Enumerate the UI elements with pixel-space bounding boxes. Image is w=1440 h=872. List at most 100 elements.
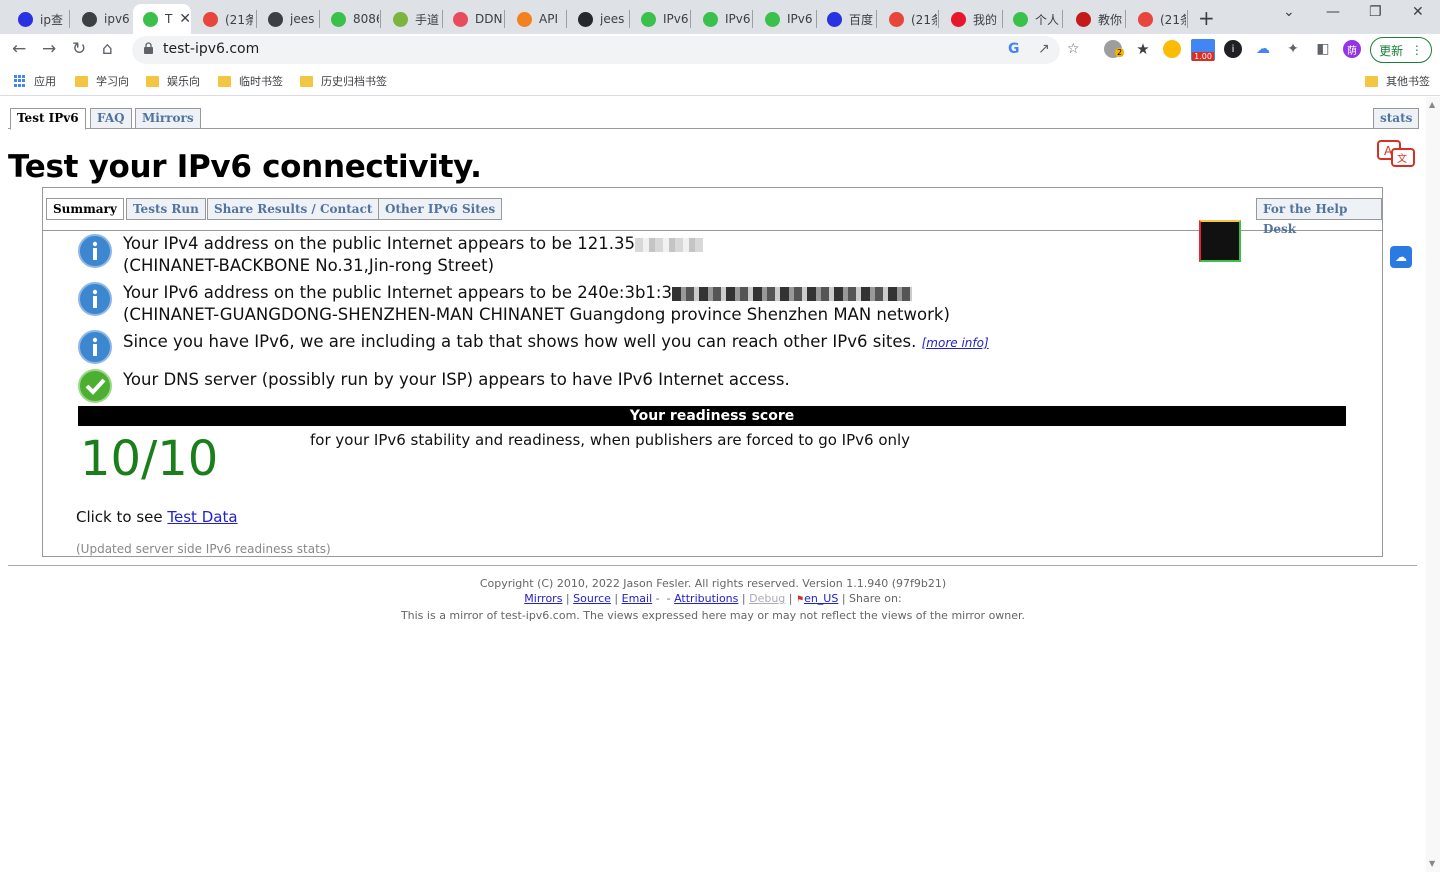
browser-tab[interactable]: (21条 — [1128, 4, 1186, 34]
browser-tab[interactable]: 手道 — [383, 4, 441, 34]
side-panel-icon[interactable]: ◧ — [1314, 40, 1332, 58]
attributions-link[interactable]: Attributions — [674, 592, 738, 605]
info-icon — [78, 234, 112, 268]
restore-icon[interactable]: ❐ — [1369, 4, 1382, 20]
browser-tab[interactable]: IPv6 — [755, 4, 815, 34]
more-menu-icon[interactable]: ⋮ — [1411, 43, 1423, 57]
puzzle-extensions-icon[interactable]: ✦ — [1284, 40, 1302, 58]
tab-search-icon[interactable]: ⌄ — [1283, 4, 1295, 20]
more-info-link[interactable]: [more info] — [922, 336, 989, 350]
side-chat-icon[interactable]: ☁ — [1390, 246, 1412, 268]
forward-icon[interactable]: → — [42, 39, 56, 59]
shield-extension-icon[interactable] — [1163, 40, 1181, 58]
tab-separator — [938, 10, 939, 28]
locale-link[interactable]: en_US — [804, 592, 838, 605]
email-link[interactable]: Email — [622, 592, 653, 605]
tab-separator — [256, 10, 257, 28]
star-extension-icon[interactable]: ★ — [1134, 40, 1152, 58]
close-tab-icon[interactable]: ✕ — [179, 11, 191, 27]
share-icon[interactable]: ↗ — [1038, 41, 1050, 57]
price-extension-icon[interactable]: 1.00 — [1191, 39, 1215, 61]
c-logo-icon — [1138, 11, 1153, 27]
tab-faq[interactable]: FAQ — [90, 108, 132, 129]
browser-tab[interactable]: jees — [258, 4, 318, 34]
bookmark-folder-study[interactable]: 学习向 — [75, 73, 129, 89]
tab-summary[interactable]: Summary — [46, 198, 124, 220]
browser-tab[interactable]: IPv6 — [631, 4, 689, 34]
updated-stats-note[interactable]: (Updated server side IPv6 readiness stat… — [76, 542, 331, 556]
browser-tab[interactable]: IPv6 — [693, 4, 751, 34]
browser-tab[interactable]: DDN — [443, 4, 503, 34]
tab-mirrors[interactable]: Mirrors — [135, 108, 201, 129]
browser-tab[interactable]: jees — [568, 4, 628, 34]
chat-extension-icon[interactable]: ☁ — [1254, 40, 1272, 58]
debug-link[interactable]: Debug — [749, 592, 785, 605]
home-icon[interactable]: ⌂ — [102, 39, 113, 59]
browser-tab[interactable]: 个人 — [1003, 4, 1061, 34]
browser-tab[interactable]: API — [507, 4, 565, 34]
tab-tests-run[interactable]: Tests Run — [126, 198, 206, 220]
browser-tab[interactable]: 教你 — [1066, 4, 1124, 34]
close-window-icon[interactable]: ✕ — [1412, 4, 1424, 20]
bookmark-folder-archive[interactable]: 历史归档书签 — [300, 73, 387, 89]
new-tab-icon[interactable]: + — [1198, 6, 1215, 30]
tab-help-desk[interactable]: For the Help Desk — [1256, 198, 1382, 236]
mirrors-link[interactable]: Mirrors — [524, 592, 562, 605]
update-button[interactable]: 更新 ⋮ — [1370, 37, 1432, 63]
checkmark-icon — [78, 369, 112, 403]
check-circle-icon — [1013, 11, 1028, 27]
browser-tab[interactable]: T ✕ — [133, 4, 191, 34]
test-data-link[interactable]: Test Data — [167, 508, 237, 526]
source-link[interactable]: Source — [573, 592, 611, 605]
browser-tab[interactable]: (21条 — [193, 4, 255, 34]
tab-other-ipv6-sites[interactable]: Other IPv6 Sites — [378, 198, 503, 220]
scroll-down-icon[interactable]: ▼ — [1429, 859, 1435, 868]
tab-stats[interactable]: stats — [1373, 108, 1420, 129]
dns-message: Your DNS server (possibly run by your IS… — [123, 370, 790, 389]
translate-icon[interactable]: A 文 — [1376, 139, 1418, 171]
minimize-icon[interactable]: — — [1326, 4, 1340, 20]
mirror-note: This is a mirror of test-ipv6.com. The v… — [400, 609, 1026, 622]
bookmark-label: 学习向 — [96, 75, 129, 88]
scroll-up-icon[interactable]: ▲ — [1429, 100, 1435, 109]
tab-separator — [566, 10, 567, 28]
url-text[interactable]: test-ipv6.com — [163, 41, 259, 57]
weibo-icon — [951, 11, 966, 27]
page-scrollbar[interactable]: ▲ ▼ — [1426, 97, 1440, 872]
ipv6-text: Your IPv6 address on the public Internet… — [123, 283, 672, 302]
info-extension-icon[interactable]: i — [1224, 40, 1242, 58]
browser-tab[interactable]: 8086 — [321, 4, 379, 34]
tab-title: ipv6 — [104, 12, 130, 26]
browser-tab[interactable]: (21条 — [879, 4, 937, 34]
bookmark-apps[interactable]: 应用 — [14, 73, 56, 89]
floating-widget[interactable] — [1199, 220, 1241, 262]
readiness-score-bar: Your readiness score — [78, 406, 1346, 426]
info-icon — [78, 330, 112, 364]
share-on-label: Share on: — [849, 592, 902, 605]
reload-icon[interactable]: ↻ — [72, 39, 86, 59]
browser-tab[interactable]: 百度 — [817, 4, 875, 34]
lock-icon[interactable] — [144, 42, 153, 54]
browser-tab[interactable]: 我的 — [941, 4, 1001, 34]
tab-title: IPv6 — [663, 12, 689, 26]
bookmark-folder-fun[interactable]: 娱乐向 — [146, 73, 200, 89]
bookmark-folder-other[interactable]: 其他书签 — [1365, 73, 1430, 89]
back-icon[interactable]: ← — [12, 39, 26, 59]
google-translate-icon[interactable]: G — [1008, 41, 1020, 57]
tab-test-ipv6[interactable]: Test IPv6 — [10, 108, 86, 130]
bookmark-star-icon[interactable]: ☆ — [1067, 41, 1080, 57]
circle-icon — [268, 11, 283, 27]
browser-tab[interactable]: ipv6 — [72, 4, 130, 34]
ipv4-message: Your IPv4 address on the public Internet… — [123, 233, 703, 277]
svg-text:文: 文 — [1397, 152, 1407, 165]
profile-avatar[interactable]: 荫 — [1343, 40, 1361, 58]
tab-separator — [69, 10, 70, 28]
address-bar[interactable]: test-ipv6.com G ↗ ☆ — [132, 36, 1080, 64]
tab-share-results[interactable]: Share Results / Contact — [207, 198, 380, 220]
bookmark-label: 历史归档书签 — [321, 75, 387, 88]
browser-tab[interactable]: ip查 — [8, 4, 68, 34]
page-title: Test your IPv6 connectivity. — [8, 149, 482, 185]
bookmark-folder-temp[interactable]: 临时书签 — [218, 73, 283, 89]
folder-icon — [75, 75, 88, 87]
extension-badge-icon[interactable]: 2 — [1104, 40, 1125, 58]
